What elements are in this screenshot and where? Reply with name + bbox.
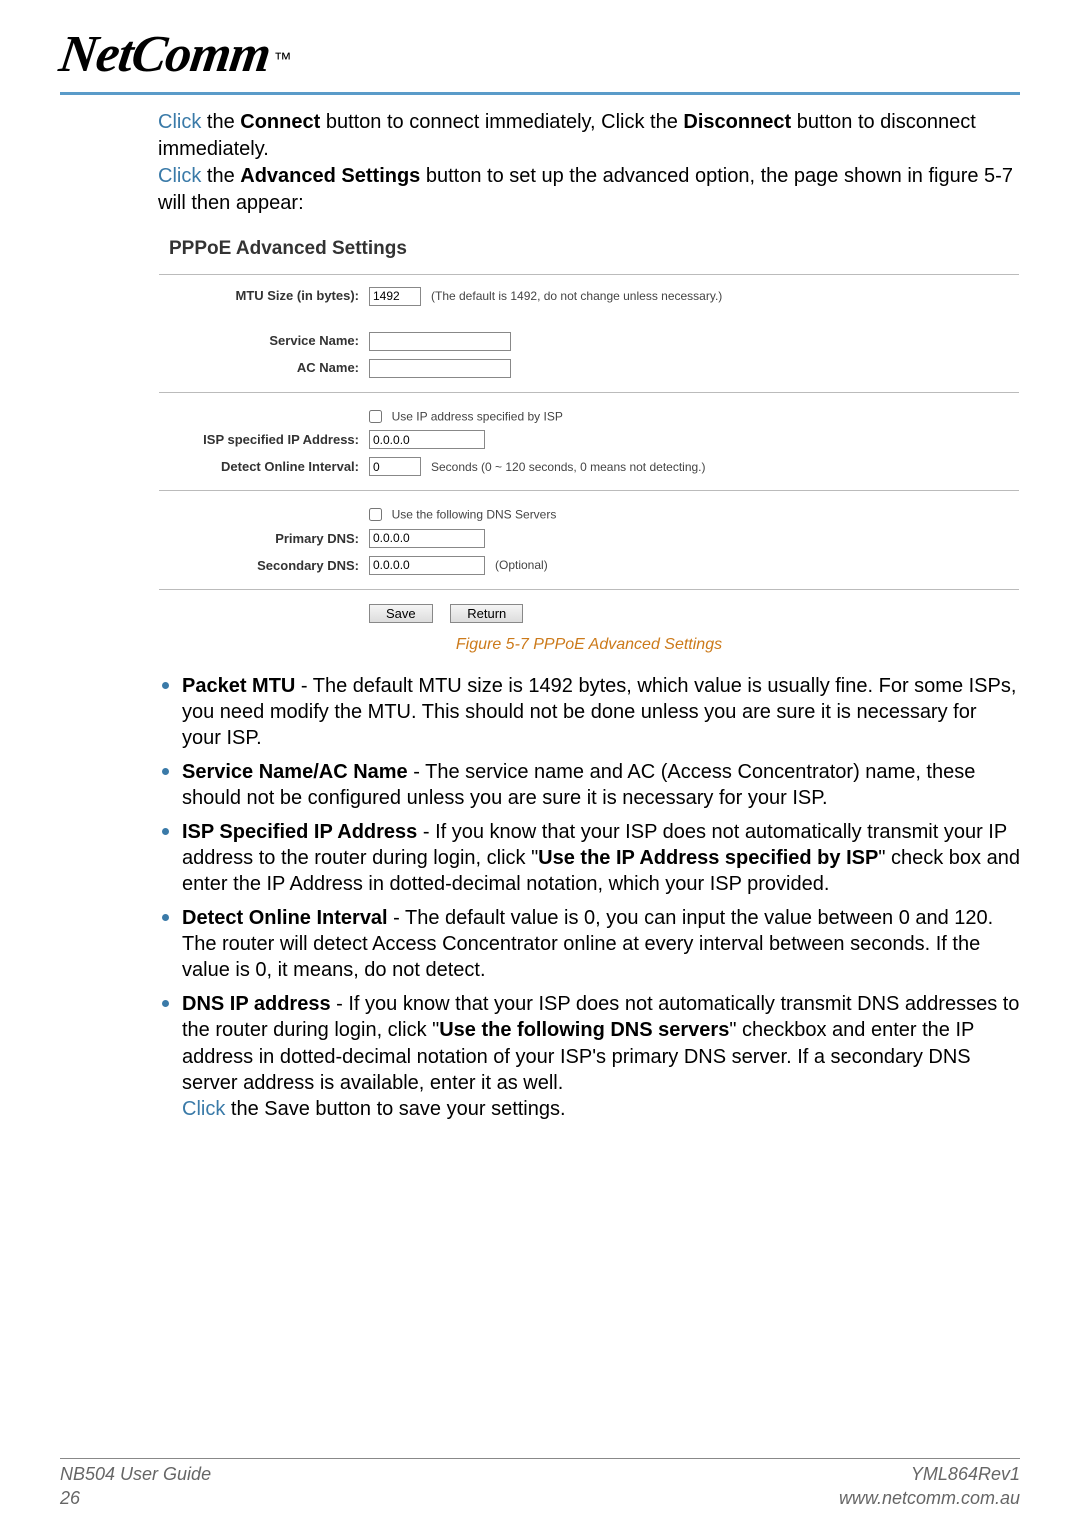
settings-panel: PPPoE Advanced Settings MTU Size (in byt… [158,227,1020,628]
logo: NetComm™ [60,25,1020,84]
ac-name-label: AC Name: [159,359,369,377]
panel-title: PPPoE Advanced Settings [159,228,1019,275]
secondary-dns-label: Secondary DNS: [159,557,369,575]
use-dns-checkbox[interactable] [369,508,382,521]
list-item: Detect Online Interval - The default val… [182,902,1020,984]
mtu-hint: (The default is 1492, do not change unle… [431,288,722,304]
description-list: Packet MTU - The default MTU size is 149… [154,670,1020,1123]
primary-dns-label: Primary DNS: [159,530,369,548]
list-item: Packet MTU - The default MTU size is 149… [182,670,1020,752]
secondary-dns-input[interactable] [369,556,485,575]
isp-ip-input[interactable] [369,430,485,449]
list-item: DNS IP address - If you know that your I… [182,988,1020,1123]
panel-divider [159,392,1019,393]
page-footer: NB504 User Guide 26 YML864Rev1 www.netco… [60,1458,1020,1510]
ac-name-input[interactable] [369,359,511,378]
click-text: Click [182,1098,225,1120]
panel-divider [159,490,1019,491]
interval-label: Detect Online Interval: [159,458,369,476]
footer-url: www.netcomm.com.au [839,1487,1020,1510]
click-text: Click [158,165,201,187]
service-name-input[interactable] [369,332,511,351]
primary-dns-input[interactable] [369,529,485,548]
interval-hint: Seconds (0 ~ 120 seconds, 0 means not de… [431,459,706,475]
use-dns-label: Use the following DNS Servers [392,508,557,522]
click-text: Click [158,111,201,133]
header-rule [60,92,1020,95]
use-isp-ip-label: Use IP address specified by ISP [392,409,563,423]
service-name-label: Service Name: [159,332,369,350]
intro-p1: Click the Connect button to connect imme… [158,109,1020,163]
footer-page-number: 26 [60,1487,211,1510]
panel-divider [159,589,1019,590]
figure-caption: Figure 5-7 PPPoE Advanced Settings [158,634,1020,656]
mtu-input[interactable] [369,287,421,306]
body-content: Click the Connect button to connect imme… [158,109,1020,1123]
list-item: ISP Specified IP Address - If you know t… [182,816,1020,898]
use-isp-ip-checkbox[interactable] [369,410,382,423]
list-item: Service Name/AC Name - The service name … [182,756,1020,812]
logo-tm: ™ [274,49,292,69]
mtu-label: MTU Size (in bytes): [159,287,369,305]
logo-text: NetComm [56,25,274,84]
return-button[interactable]: Return [450,604,523,623]
intro-p2: Click the Advanced Settings button to se… [158,163,1020,217]
interval-input[interactable] [369,457,421,476]
footer-title: NB504 User Guide [60,1463,211,1486]
save-button[interactable]: Save [369,604,433,623]
isp-ip-label: ISP specified IP Address: [159,431,369,449]
footer-rev: YML864Rev1 [839,1463,1020,1486]
optional-hint: (Optional) [495,557,548,573]
